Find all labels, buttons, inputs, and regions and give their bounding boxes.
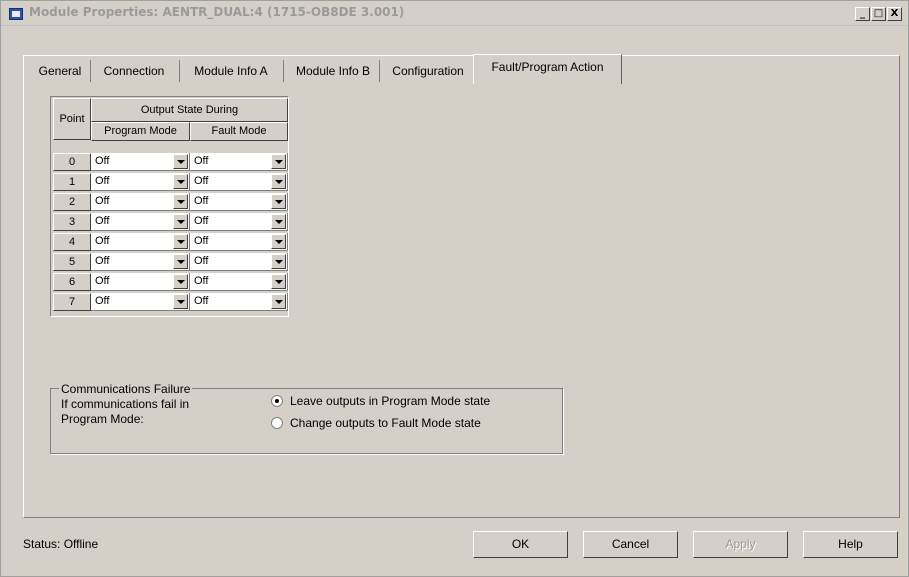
output-state-grid: Point Output State During Program Mode F… xyxy=(50,96,289,317)
point-column-header: Point xyxy=(53,98,91,140)
point-5: 5 xyxy=(53,253,91,271)
change-outputs-label[interactable]: Change outputs to Fault Mode state xyxy=(290,416,481,430)
program-mode-header: Program Mode xyxy=(91,122,190,141)
fault-mode-value: Off xyxy=(194,155,209,167)
fault-mode-value: Off xyxy=(194,215,209,227)
point-2: 2 xyxy=(53,193,91,211)
chevron-down-icon[interactable] xyxy=(173,254,188,269)
change-outputs-radio[interactable] xyxy=(271,417,283,429)
close-button[interactable]: X xyxy=(887,7,902,21)
program-mode-value: Off xyxy=(95,175,110,187)
cancel-button[interactable]: Cancel xyxy=(583,531,678,558)
fault-mode-select-6[interactable]: Off xyxy=(190,273,288,291)
tab-module-info-a[interactable]: Module Info A xyxy=(183,60,279,84)
program-mode-select-5[interactable]: Off xyxy=(91,253,190,271)
chevron-down-icon[interactable] xyxy=(271,294,286,309)
description-line-1: If communications fail in xyxy=(61,397,190,411)
fault-mode-select-4[interactable]: Off xyxy=(190,233,288,251)
leave-outputs-radio[interactable] xyxy=(271,395,283,407)
leave-outputs-label[interactable]: Leave outputs in Program Mode state xyxy=(290,394,490,408)
apply-button[interactable]: Apply xyxy=(693,531,788,558)
chevron-down-icon[interactable] xyxy=(173,274,188,289)
output-state-during-header: Output State During xyxy=(91,98,288,122)
fault-mode-select-2[interactable]: Off xyxy=(190,193,288,211)
point-4: 4 xyxy=(53,233,91,251)
program-mode-select-4[interactable]: Off xyxy=(91,233,190,251)
program-mode-select-6[interactable]: Off xyxy=(91,273,190,291)
maximize-button[interactable]: □ xyxy=(871,7,886,21)
chevron-down-icon[interactable] xyxy=(271,254,286,269)
chevron-down-icon[interactable] xyxy=(271,154,286,169)
fault-mode-value: Off xyxy=(194,235,209,247)
chevron-down-icon[interactable] xyxy=(271,274,286,289)
program-mode-select-1[interactable]: Off xyxy=(91,173,190,191)
window-title: Module Properties: AENTR_DUAL:4 (1715-OB… xyxy=(29,5,405,19)
chevron-down-icon[interactable] xyxy=(271,214,286,229)
tab-connection[interactable]: Connection xyxy=(93,60,175,84)
tab-general[interactable]: General xyxy=(31,60,89,84)
tab-configuration[interactable]: Configuration xyxy=(382,60,474,84)
communications-failure-title: Communications Failure xyxy=(59,382,193,396)
program-mode-value: Off xyxy=(95,275,110,287)
tab-module-info-b[interactable]: Module Info B xyxy=(286,60,380,84)
module-icon xyxy=(9,8,23,20)
program-mode-value: Off xyxy=(95,215,110,227)
tab-separator xyxy=(379,60,380,82)
chevron-down-icon[interactable] xyxy=(271,174,286,189)
tab-fault-program-action[interactable]: Fault/Program Action xyxy=(473,54,622,84)
fault-mode-select-1[interactable]: Off xyxy=(190,173,288,191)
ok-button[interactable]: OK xyxy=(473,531,568,558)
fault-mode-value: Off xyxy=(194,175,209,187)
point-0: 0 xyxy=(53,153,91,171)
chevron-down-icon[interactable] xyxy=(173,234,188,249)
description-line-2: Program Mode: xyxy=(61,412,144,426)
program-mode-select-0[interactable]: Off xyxy=(91,153,190,171)
chevron-down-icon[interactable] xyxy=(173,294,188,309)
chevron-down-icon[interactable] xyxy=(173,174,188,189)
fault-mode-header: Fault Mode xyxy=(190,122,288,141)
program-mode-value: Off xyxy=(95,295,110,307)
program-mode-value: Off xyxy=(95,195,110,207)
point-7: 7 xyxy=(53,293,91,311)
title-bar[interactable]: Module Properties: AENTR_DUAL:4 (1715-OB… xyxy=(1,1,908,26)
tab-separator xyxy=(179,60,180,82)
program-mode-value: Off xyxy=(95,255,110,267)
fault-mode-select-5[interactable]: Off xyxy=(190,253,288,271)
fault-mode-select-3[interactable]: Off xyxy=(190,213,288,231)
fault-mode-value: Off xyxy=(194,195,209,207)
chevron-down-icon[interactable] xyxy=(173,194,188,209)
fault-mode-value: Off xyxy=(194,255,209,267)
fault-mode-value: Off xyxy=(194,295,209,307)
program-mode-value: Off xyxy=(95,235,110,247)
fault-mode-value: Off xyxy=(194,275,209,287)
status-text: Status: Offline xyxy=(23,537,99,551)
program-mode-select-2[interactable]: Off xyxy=(91,193,190,211)
program-mode-select-7[interactable]: Off xyxy=(91,293,190,311)
tab-separator xyxy=(90,60,91,82)
communications-failure-description: If communications fail in Program Mode: xyxy=(61,397,241,427)
chevron-down-icon[interactable] xyxy=(271,194,286,209)
fault-mode-select-7[interactable]: Off xyxy=(190,293,288,311)
module-properties-window: Module Properties: AENTR_DUAL:4 (1715-OB… xyxy=(0,0,909,577)
tab-separator xyxy=(283,60,284,82)
program-mode-select-3[interactable]: Off xyxy=(91,213,190,231)
chevron-down-icon[interactable] xyxy=(173,154,188,169)
point-3: 3 xyxy=(53,213,91,231)
chevron-down-icon[interactable] xyxy=(271,234,286,249)
help-button[interactable]: Help xyxy=(803,531,898,558)
fault-mode-select-0[interactable]: Off xyxy=(190,153,288,171)
minimize-button[interactable]: _ xyxy=(855,7,870,21)
chevron-down-icon[interactable] xyxy=(173,214,188,229)
point-6: 6 xyxy=(53,273,91,291)
point-1: 1 xyxy=(53,173,91,191)
program-mode-value: Off xyxy=(95,155,110,167)
